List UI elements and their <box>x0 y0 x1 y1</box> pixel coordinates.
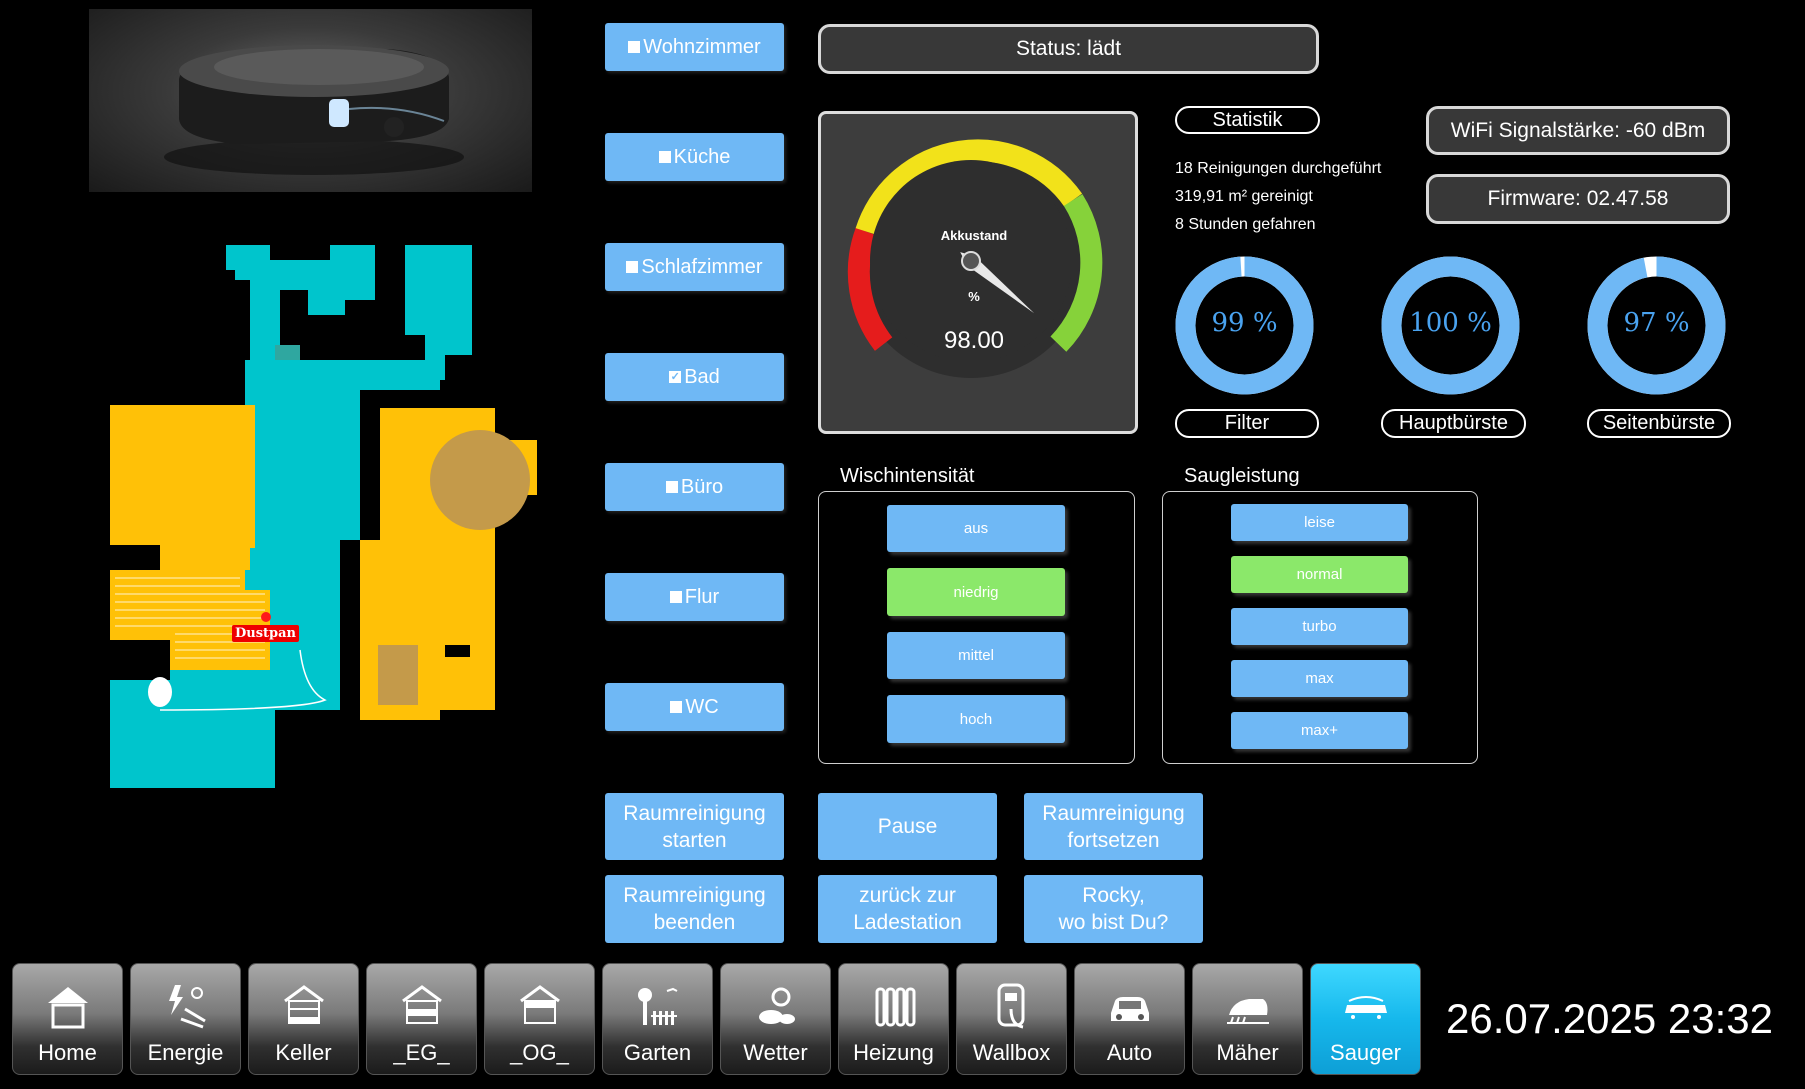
nav-og[interactable]: _OG_ <box>484 963 595 1075</box>
firmware-display: Firmware: 02.47.58 <box>1426 174 1730 224</box>
nav-label: Garten <box>623 1040 692 1065</box>
dock-label: Dustpan <box>232 625 300 642</box>
filter-donut: 99 % <box>1175 256 1314 400</box>
room-label: WC <box>685 695 719 718</box>
vacuum-icon <box>1311 978 1420 1034</box>
stat-line: 18 Reinigungen durchgeführt <box>1175 160 1382 177</box>
stat-line: 319,91 m² gereinigt <box>1175 188 1313 205</box>
room-label: Küche <box>673 145 731 168</box>
nav-auto[interactable]: Auto <box>1074 963 1185 1075</box>
nav-label: Wetter <box>743 1040 808 1065</box>
seitenbuerste-label: Seitenbürste <box>1587 409 1731 438</box>
return-to-dock-button[interactable]: zurück zur Ladestation <box>818 875 997 943</box>
saug-option-normal[interactable]: normal <box>1231 556 1408 593</box>
datetime-display: 26.07.2025 23:32 <box>1446 995 1773 1042</box>
nav-eg[interactable]: _EG_ <box>366 963 477 1075</box>
nav-label: Energie <box>147 1040 224 1065</box>
saug-option-max[interactable]: max <box>1231 660 1408 697</box>
wisch-option-hoch[interactable]: hoch <box>887 695 1065 743</box>
wallbox-icon <box>957 978 1066 1034</box>
checkbox-icon[interactable] <box>658 151 671 163</box>
room-button-wc[interactable]: WC <box>605 683 784 731</box>
nav-label: Auto <box>1106 1040 1153 1065</box>
hauptbuerste-percent: 100 % <box>1409 308 1492 338</box>
room-label: Schlafzimmer <box>641 255 763 278</box>
gauge-unit: % <box>968 289 980 304</box>
saug-option-leise[interactable]: leise <box>1231 504 1408 541</box>
resume-room-cleaning-button[interactable]: Raumreinigung fortsetzen <box>1024 793 1203 860</box>
garden-icon <box>603 978 712 1034</box>
saug-title: Saugleistung <box>1184 465 1300 487</box>
nav-keller[interactable]: Keller <box>248 963 359 1075</box>
start-room-cleaning-button[interactable]: Raumreinigung starten <box>605 793 784 860</box>
car-icon <box>1075 978 1184 1034</box>
seitenbuerste-percent: 97 % <box>1623 308 1690 338</box>
stop-room-cleaning-button[interactable]: Raumreinigung beenden <box>605 875 784 943</box>
wisch-option-niedrig[interactable]: niedrig <box>887 568 1065 616</box>
nav-sauger[interactable]: Sauger <box>1310 963 1421 1075</box>
filter-percent: 99 % <box>1211 308 1278 338</box>
robot-vacuum-image <box>89 9 532 192</box>
room-button-wohnzimmer[interactable]: Wohnzimmer <box>605 23 784 71</box>
nav-wallbox[interactable]: Wallbox <box>956 963 1067 1075</box>
saug-option-max-plus[interactable]: max+ <box>1231 712 1408 749</box>
nav-label: _OG_ <box>510 1040 569 1065</box>
nav-label: Heizung <box>853 1040 934 1065</box>
nav-label: Home <box>38 1040 97 1065</box>
radiator-icon <box>839 978 948 1034</box>
room-label: Bad <box>684 365 720 388</box>
checkbox-icon[interactable] <box>628 41 641 53</box>
nav-label: Keller <box>275 1040 332 1065</box>
statistik-title: Statistik <box>1175 106 1320 134</box>
upper-floor-house-icon <box>485 978 594 1034</box>
nav-label: _EG_ <box>393 1040 450 1065</box>
stats-list: 18 Reinigungen durchgeführt 319,91 m² ge… <box>1175 155 1381 239</box>
energy-icon <box>131 978 240 1034</box>
nav-maeher[interactable]: Mäher <box>1192 963 1303 1075</box>
checkbox-icon[interactable] <box>626 261 639 273</box>
saug-option-turbo[interactable]: turbo <box>1231 608 1408 645</box>
mower-icon <box>1193 978 1302 1034</box>
checkbox-icon[interactable] <box>665 481 678 493</box>
hauptbuerste-donut: 100 % <box>1381 256 1520 400</box>
pause-button[interactable]: Pause <box>818 793 997 860</box>
cellar-house-icon <box>249 978 358 1034</box>
room-button-buero[interactable]: Büro <box>605 463 784 511</box>
nav-label: Sauger <box>1330 1040 1401 1065</box>
nav-heizung[interactable]: Heizung <box>838 963 949 1075</box>
seitenbuerste-donut: 97 % <box>1587 256 1726 400</box>
nav-energie[interactable]: Energie <box>130 963 241 1075</box>
filter-label: Filter <box>1175 409 1319 438</box>
battery-gauge: Akkustand % 98.00 <box>818 111 1138 434</box>
nav-home[interactable]: Home <box>12 963 123 1075</box>
wisch-title: Wischintensität <box>840 465 975 487</box>
room-button-schlafzimmer[interactable]: Schlafzimmer <box>605 243 784 291</box>
nav-garten[interactable]: Garten <box>602 963 713 1075</box>
nav-label: Wallbox <box>972 1040 1051 1065</box>
room-label: Flur <box>684 585 720 608</box>
status-display: Status: lädt <box>818 24 1319 74</box>
ground-floor-house-icon <box>367 978 476 1034</box>
checkbox-icon[interactable] <box>669 591 682 603</box>
wisch-option-aus[interactable]: aus <box>887 505 1065 552</box>
gauge-value: 98.00 <box>943 327 1005 354</box>
hauptbuerste-label: Hauptbürste <box>1381 409 1526 438</box>
floor-map[interactable]: Dustpan <box>100 240 540 800</box>
gauge-label: Akkustand <box>940 228 1008 243</box>
checkbox-icon[interactable] <box>670 701 683 713</box>
nav-label: Mäher <box>1216 1040 1279 1065</box>
room-label: Wohnzimmer <box>643 35 761 58</box>
wisch-option-mittel[interactable]: mittel <box>887 632 1065 679</box>
wifi-signal-display: WiFi Signalstärke: -60 dBm <box>1426 106 1730 155</box>
room-button-flur[interactable]: Flur <box>605 573 784 621</box>
checkbox-checked-icon[interactable]: ✓ <box>669 371 682 383</box>
room-button-bad[interactable]: ✓ Bad <box>605 353 784 401</box>
nav-wetter[interactable]: Wetter <box>720 963 831 1075</box>
room-button-kueche[interactable]: Küche <box>605 133 784 181</box>
weather-icon <box>721 978 830 1034</box>
room-label: Büro <box>680 475 724 498</box>
house-icon <box>13 978 122 1034</box>
locate-robot-button[interactable]: Rocky, wo bist Du? <box>1024 875 1203 943</box>
stat-line: 8 Stunden gefahren <box>1175 216 1316 233</box>
